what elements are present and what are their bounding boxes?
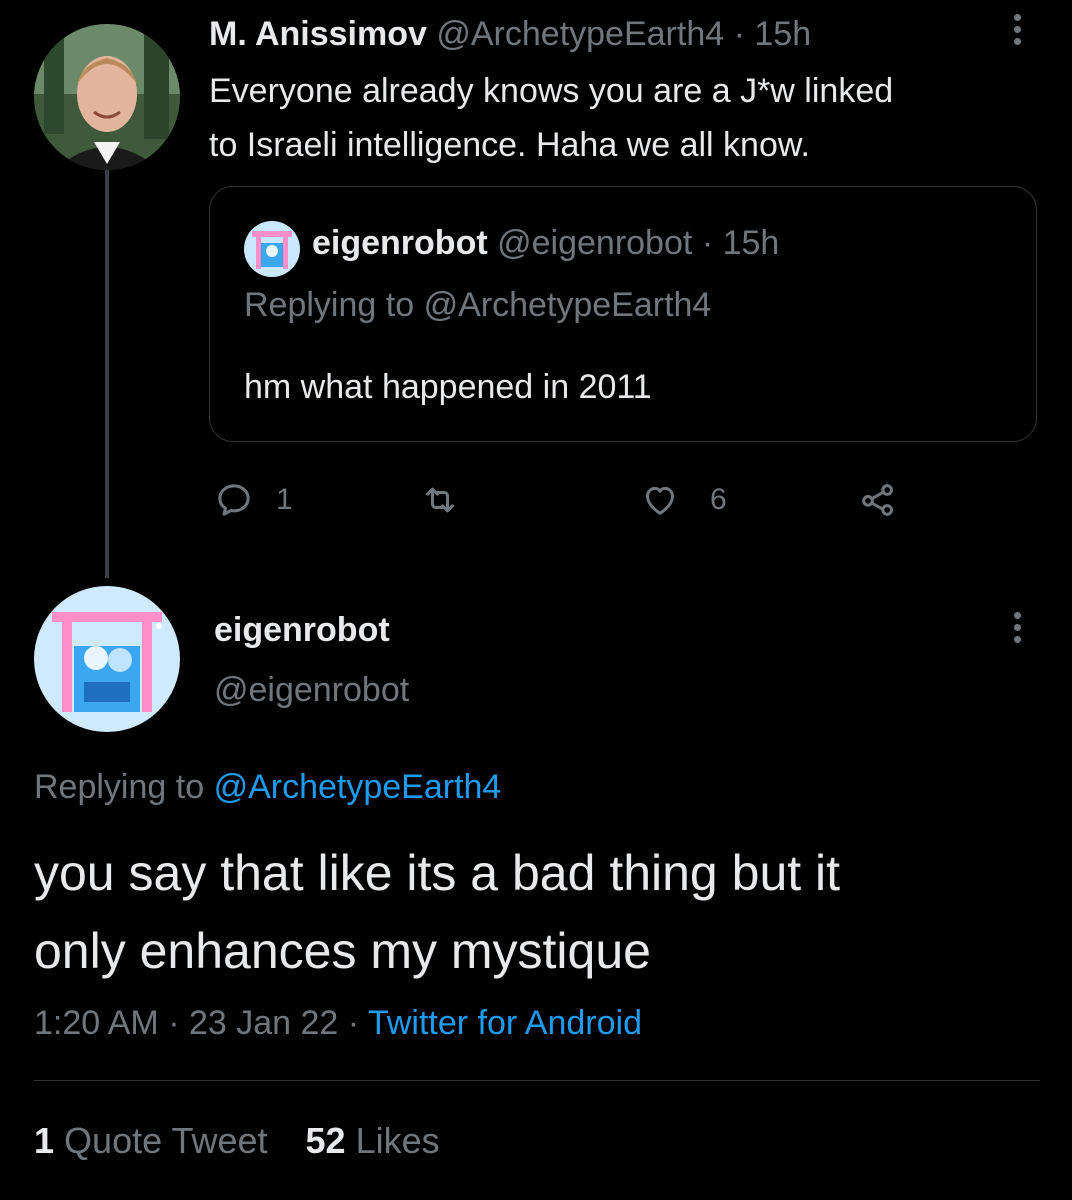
tweet-source-link[interactable]: Twitter for Android [368,1004,642,1042]
tweet-stats: 1 Quote Tweet 52 Likes [34,1118,440,1164]
tweet-meta: 1:20 AM · 23 Jan 22 · Twitter for Androi… [34,1000,642,1046]
author-handle[interactable]: @ArchetypeEarth4 [436,15,724,53]
quoted-time: 15h [722,224,780,262]
tweet-text: you say that like its a bad thing but it… [34,834,840,990]
likes-count: 52 [305,1120,346,1161]
author-photo [34,24,180,170]
replying-handle-link[interactable]: @ArchetypeEarth4 [214,768,502,806]
tweet-time[interactable]: 15h [754,15,811,53]
quoted-text: hm what happened in 2011 [244,368,652,406]
replying-prefix: Replying to [244,286,415,324]
quoted-author-name: eigenrobot [312,224,488,262]
reply-button[interactable]: 1 [214,478,293,522]
thread-connector-line [105,170,109,578]
author-name[interactable]: M. Anissimov [209,15,427,53]
quote-tweets-stat[interactable]: 1 Quote Tweet [34,1120,278,1161]
separator-dot: · [347,1004,360,1042]
avatar[interactable] [34,586,180,732]
separator-dot: · [733,15,745,53]
quote-label: Quote Tweet [64,1120,268,1161]
likes-label: Likes [355,1120,440,1161]
author-name[interactable]: eigenrobot [214,608,390,652]
replying-handle: @ArchetypeEarth4 [423,286,712,324]
tweet-text-line: to Israeli intelligence. Haha we all kno… [209,126,810,164]
replying-prefix: Replying to [34,768,205,806]
tweet-header: M. Anissimov @ArchetypeEarth4 · 15h [209,12,811,56]
quoted-replying-to: Replying to @ArchetypeEarth4 [244,283,711,327]
like-button[interactable]: 6 [640,478,727,522]
tweet-time[interactable]: 1:20 AM [34,1004,159,1042]
replying-to: Replying to @ArchetypeEarth4 [34,764,501,810]
quoted-tweet-card[interactable]: eigenrobot @eigenrobot · 15h Replying to… [209,186,1037,442]
retweet-button[interactable] [420,478,460,522]
reply-icon [218,484,250,516]
like-count: 6 [710,483,727,516]
tweet-text: Everyone already knows you are a J*w lin… [209,64,893,172]
quote-count: 1 [34,1120,55,1161]
more-options-icon[interactable] [1014,14,1022,50]
share-button[interactable] [858,478,898,522]
heart-icon [646,486,674,515]
likes-stat[interactable]: 52 Likes [306,1120,440,1161]
reply-count: 1 [276,483,293,516]
tweet-date[interactable]: 23 Jan 22 [189,1004,338,1042]
tweet-text-line: Everyone already knows you are a J*w lin… [209,72,894,110]
avatar[interactable] [34,24,180,170]
quoted-avatar-image [244,221,300,277]
divider [34,1080,1040,1081]
retweet-icon [426,487,454,513]
tweet-text-line: you say that like its a bad thing but it [34,845,841,901]
share-icon [862,484,893,516]
quoted-header: eigenrobot @eigenrobot · 15h [312,221,779,265]
separator-dot: · [168,1004,180,1042]
author-avatar-image [34,586,180,732]
quoted-avatar [244,221,300,277]
tweet-text-line: only enhances my mystique [34,923,651,979]
separator-dot: · [701,224,714,262]
author-handle[interactable]: @eigenrobot [214,668,409,712]
more-options-icon[interactable] [1014,612,1022,648]
quoted-author-handle: @eigenrobot [497,224,693,262]
